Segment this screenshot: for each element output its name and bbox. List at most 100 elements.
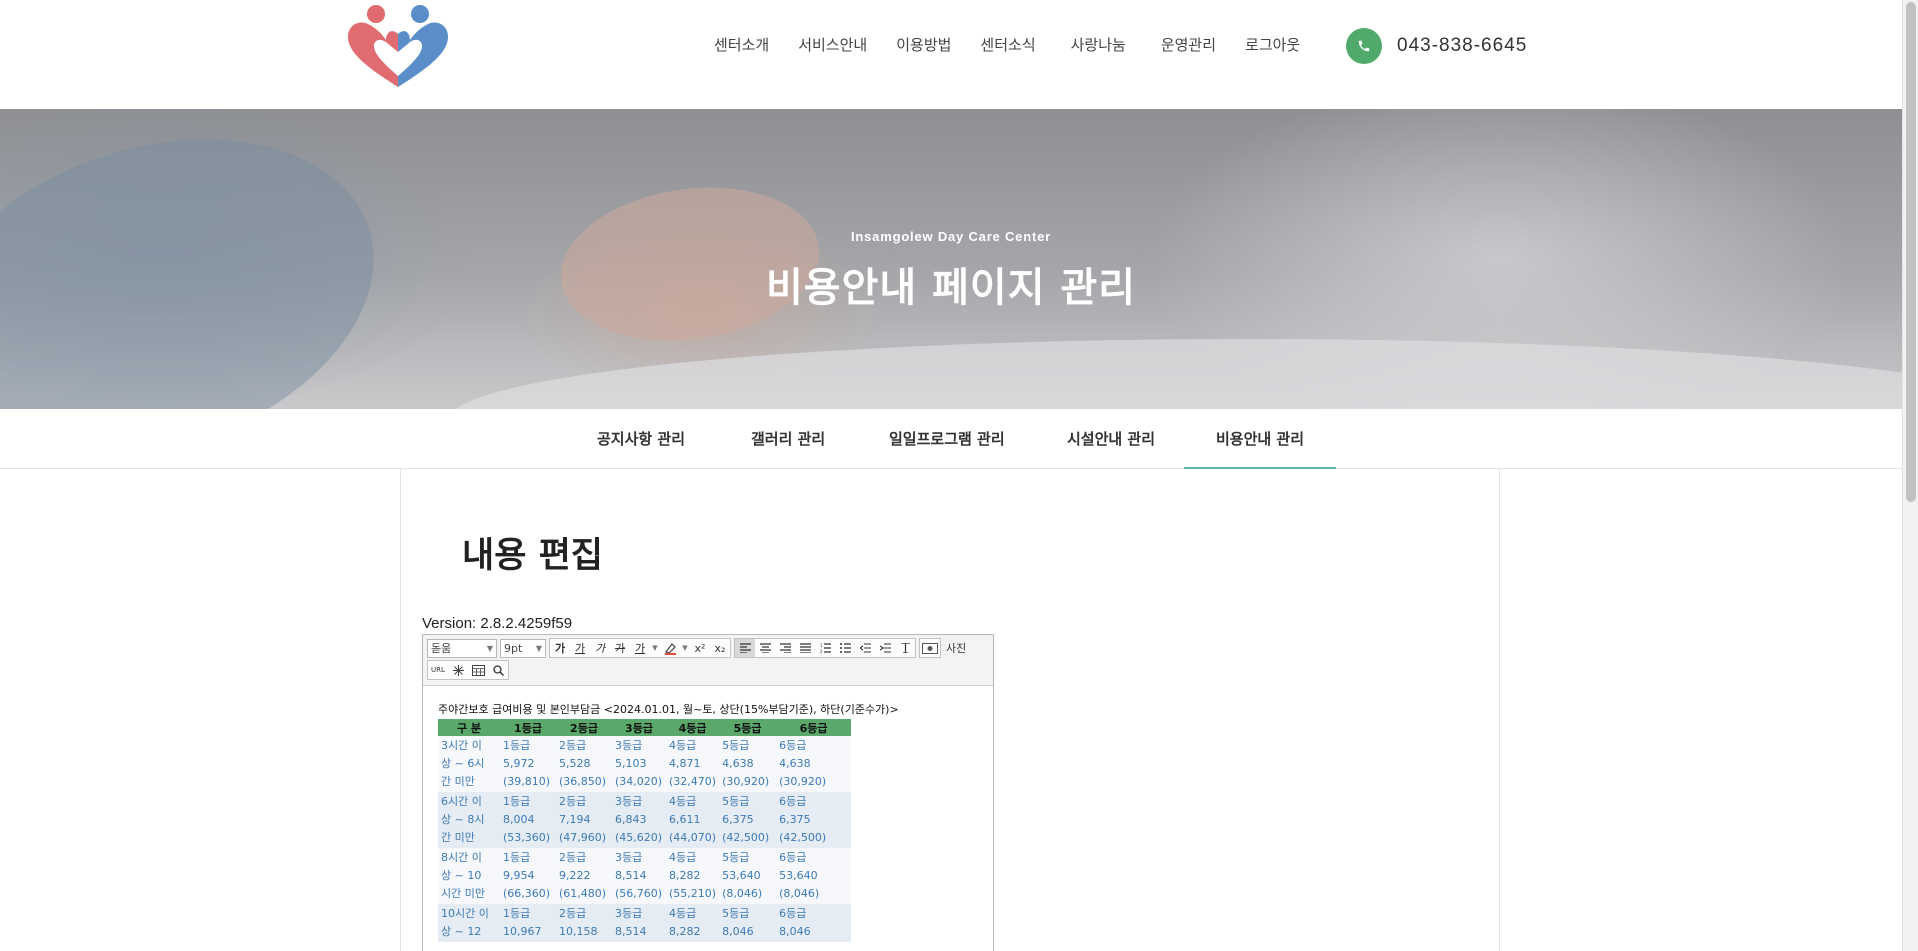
bold-button[interactable]: 가 [550, 639, 570, 657]
table-header-row: 구 분 1등급 2등급 3등급 4등급 5등급 6등급 [438, 719, 852, 736]
table-cell: 4등급 8,282 [666, 904, 720, 942]
page-scrollbar[interactable] [1902, 0, 1918, 951]
cell-line: 8,282 [669, 869, 701, 882]
cell-line: 2등급 [559, 851, 587, 864]
cell-line: 2등급 [559, 795, 587, 808]
svg-text:1: 1 [820, 643, 823, 648]
superscript-icon[interactable]: x² [690, 639, 710, 657]
row-label-line: 상 ~ 6시 [441, 757, 485, 770]
italic-button[interactable]: 가 [590, 639, 610, 657]
logo[interactable] [346, 2, 450, 90]
rich-text-editor: 돋움 ▼ 9pt ▼ 가 가 가 가 가 ▼ ▼ x² x₂ 1 2 사진 UR… [422, 634, 994, 951]
page: 센터소개 서비스안내 이용방법 센터소식 사랑나눔 운영관리 로그아웃 043-… [0, 0, 1918, 951]
table-header: 4등급 [666, 719, 720, 736]
table-header: 6등급 [776, 719, 852, 736]
row-label-line: 간 미만 [441, 775, 475, 788]
tab-notice-admin[interactable]: 공지사항 관리 [597, 409, 685, 469]
special-char-icon[interactable] [448, 661, 468, 679]
strikethrough-button[interactable]: 가 [610, 639, 630, 657]
table-row-label: 3시간 이상 ~ 6시간 미만 [438, 736, 500, 792]
cell-line: (8,046) [722, 887, 763, 900]
insert-group: URL [427, 660, 509, 680]
indent-icon[interactable] [875, 639, 895, 657]
line-height-icon[interactable] [895, 639, 915, 657]
cell-line: 3등급 [615, 907, 643, 920]
table-cell: 6등급 6,375 (42,500) [776, 792, 852, 848]
font-family-value: 돋움 [431, 642, 452, 655]
table-cell: 3등급 8,514 [612, 904, 666, 942]
table-row-label: 10시간 이상 ~ 12 [438, 904, 500, 942]
table-cell: 1등급 8,004 (53,360) [500, 792, 556, 848]
table-icon[interactable] [468, 661, 488, 679]
cell-line: 8,004 [503, 813, 535, 826]
cost-table: 구 분 1등급 2등급 3등급 4등급 5등급 6등급 3시간 이상 ~ 6시간… [438, 719, 852, 942]
cell-line: 1등급 [503, 795, 531, 808]
row-label-line: 8시간 이 [441, 851, 482, 864]
cell-line: 6등급 [779, 795, 807, 808]
editor-content[interactable]: 주야간보호 급여비용 및 본인부담금 <2024.01.01, 월~토, 상단(… [438, 701, 983, 942]
nav-item-sharing[interactable]: 사랑나눔 [1071, 34, 1126, 55]
align-center-icon[interactable] [755, 639, 775, 657]
row-label-line: 3시간 이 [441, 739, 482, 752]
outdent-icon[interactable] [855, 639, 875, 657]
phone-contact[interactable]: 043-838-6645 [1346, 28, 1527, 64]
align-right-icon[interactable] [775, 639, 795, 657]
cell-line: (36,850) [559, 775, 607, 788]
subscript-icon[interactable]: x₂ [710, 639, 730, 657]
text-color-button[interactable]: 가 [630, 639, 650, 657]
chevron-down-icon[interactable]: ▼ [680, 639, 690, 657]
cell-line: 1등급 [503, 739, 531, 752]
cell-line: 6,611 [669, 813, 701, 826]
cell-line: (32,470) [669, 775, 717, 788]
table-row: 6시간 이상 ~ 8시 간 미만 1등급 8,004 (53,360) 2등급 7,194(… [438, 792, 852, 848]
cell-line: (34,020) [615, 775, 663, 788]
photo-label[interactable]: 사진 [946, 640, 966, 656]
tab-daily-program-admin[interactable]: 일일프로그램 관리 [889, 409, 1005, 469]
tab-gallery-admin[interactable]: 갤러리 관리 [751, 409, 825, 469]
ordered-list-icon[interactable]: 12 [815, 639, 835, 657]
font-family-select[interactable]: 돋움 ▼ [427, 638, 497, 658]
nav-item-usage[interactable]: 이용방법 [896, 34, 951, 55]
table-row: 8시간 이상 ~ 10 시간 미만 1등급 9,954 (66,360) 2등급 9,222… [438, 848, 852, 904]
cell-line: 4등급 [669, 851, 697, 864]
tab-facility-admin[interactable]: 시설안내 관리 [1067, 409, 1155, 469]
cell-line: (66,360) [503, 887, 551, 900]
align-left-icon[interactable] [735, 639, 755, 657]
cell-line: 6등급 [779, 739, 807, 752]
cell-line: (45,620) [615, 831, 663, 844]
url-button[interactable]: URL [428, 661, 448, 679]
table-cell: 6등급 4,638 (30,920) [776, 736, 852, 792]
nav-item-management[interactable]: 운영관리 [1161, 34, 1216, 55]
table-row-label: 8시간 이상 ~ 10 시간 미만 [438, 848, 500, 904]
hero-banner: Insamgolew Day Care Center 비용안내 페이지 관리 [0, 109, 1902, 409]
highlight-icon[interactable] [660, 639, 680, 657]
photo-icon[interactable] [920, 639, 940, 657]
font-size-select[interactable]: 9pt ▼ [500, 638, 546, 658]
underline-button[interactable]: 가 [570, 639, 590, 657]
cell-line: 5등급 [722, 851, 750, 864]
table-row-label: 6시간 이상 ~ 8시 간 미만 [438, 792, 500, 848]
cell-line: 53,640 [779, 869, 818, 882]
nav-item-about[interactable]: 센터소개 [714, 34, 769, 55]
cell-line: (55,210) [669, 887, 717, 900]
row-label-line: 10시간 이 [441, 907, 489, 920]
align-group: 12 [734, 638, 916, 658]
search-icon[interactable] [488, 661, 508, 679]
table-cell: 5등급 4,638 (30,920) [719, 736, 777, 792]
tab-cost-admin[interactable]: 비용안내 관리 [1184, 409, 1336, 469]
table-cell: 4등급 6,611 (44,070) [666, 792, 720, 848]
nav-item-services[interactable]: 서비스안내 [798, 34, 867, 55]
table-cell: 5등급 8,046 [719, 904, 777, 942]
chevron-down-icon[interactable]: ▼ [650, 639, 660, 657]
nav-item-news[interactable]: 센터소식 [980, 34, 1035, 55]
cell-line: 5등급 [722, 907, 750, 920]
nav-item-logout[interactable]: 로그아웃 [1245, 34, 1300, 55]
align-justify-icon[interactable] [795, 639, 815, 657]
bullet-list-icon[interactable] [835, 639, 855, 657]
cell-line: 3등급 [615, 851, 643, 864]
scrollbar-thumb[interactable] [1906, 2, 1916, 502]
cell-line: 9,222 [559, 869, 591, 882]
table-cell: 2등급 5,528 (36,850) [556, 736, 612, 792]
page-title: 내용 편집 [462, 536, 603, 576]
cell-line: 7,194 [559, 813, 591, 826]
